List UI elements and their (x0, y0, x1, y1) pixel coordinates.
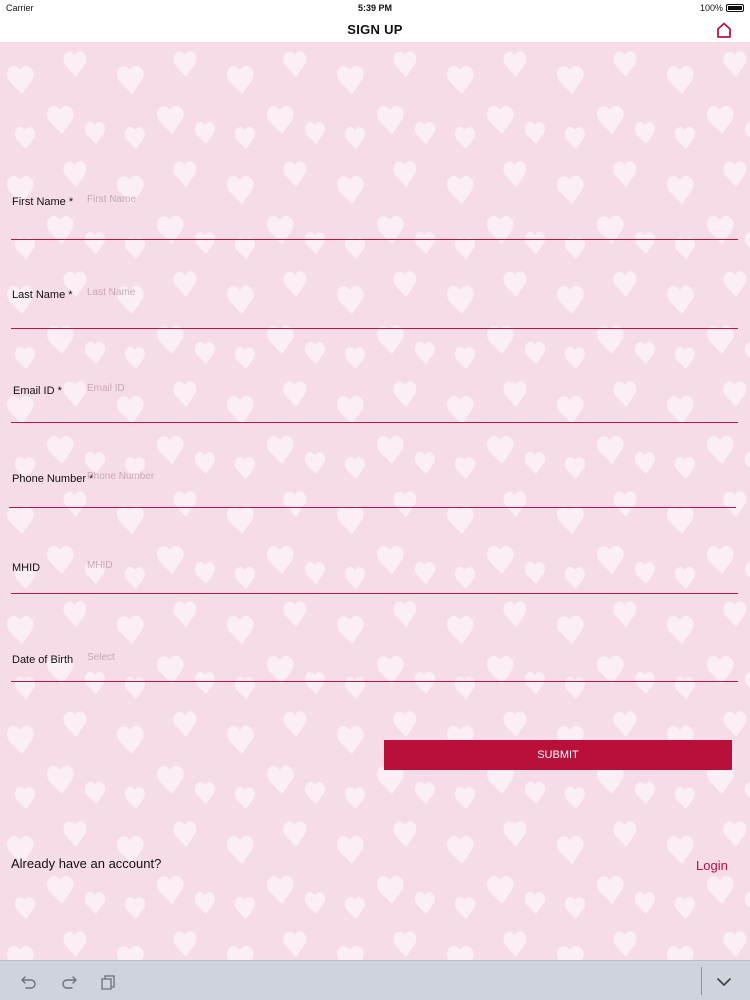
phone-underline (9, 507, 736, 508)
email-underline (11, 422, 738, 423)
phone-input[interactable] (87, 471, 727, 482)
mhid-input[interactable] (87, 560, 727, 571)
home-icon[interactable] (716, 22, 732, 38)
nav-bar: SIGN UP (0, 16, 750, 42)
email-label: Email ID * (13, 385, 62, 397)
chevron-down-icon[interactable] (715, 973, 733, 991)
login-link[interactable]: Login (696, 858, 728, 873)
paste-icon[interactable] (99, 973, 117, 991)
dob-select[interactable] (87, 652, 727, 663)
redo-icon[interactable] (60, 973, 78, 991)
last-name-input[interactable] (87, 287, 727, 298)
mhid-underline (11, 593, 738, 594)
dob-label: Date of Birth (12, 654, 74, 666)
keyboard-toolbar (0, 960, 750, 1000)
toolbar-divider (701, 967, 702, 995)
battery-indicator: 100% (700, 3, 744, 13)
status-bar: Carrier 5:39 PM 100% (0, 0, 750, 16)
account-prompt: Already have an account? (11, 856, 162, 871)
heart-pattern-background (0, 40, 750, 960)
mhid-label: MHID (12, 562, 41, 574)
first-name-label: First Name * (12, 196, 74, 208)
submit-button[interactable]: SUBMIT (384, 740, 732, 770)
undo-icon[interactable] (20, 973, 38, 991)
last-name-underline (11, 328, 738, 329)
last-name-label: Last Name * (12, 289, 73, 301)
battery-icon (726, 4, 744, 12)
status-time: 5:39 PM (357, 3, 392, 13)
first-name-underline (11, 239, 738, 240)
email-input[interactable] (87, 383, 727, 394)
battery-percent: 100% (699, 3, 723, 13)
dob-underline (11, 681, 738, 682)
phone-label: Phone Number * (12, 473, 94, 485)
page-title: SIGN UP (347, 22, 403, 37)
first-name-input[interactable] (87, 194, 727, 205)
